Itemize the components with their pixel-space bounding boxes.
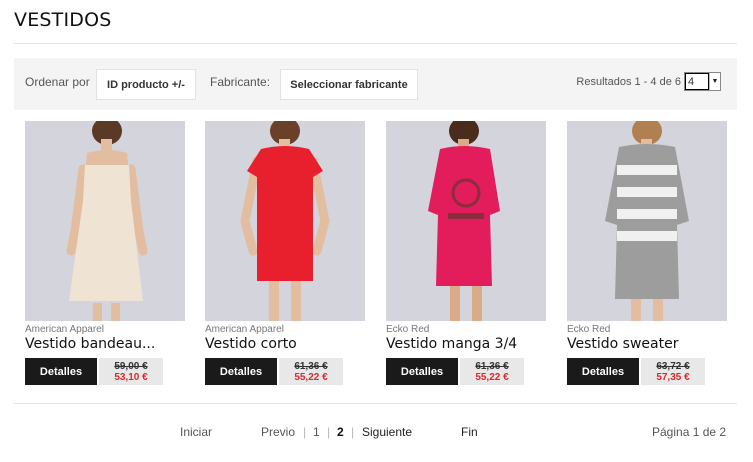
sort-label: Ordenar por	[25, 75, 90, 89]
product-card: Ecko Red Vestido manga 3/4 Detalles 61,3…	[386, 121, 546, 385]
product-name[interactable]: Vestido sweater	[567, 336, 727, 352]
product-card: American Apparel Vestido corto Detalles …	[205, 121, 365, 385]
details-button[interactable]: Detalles	[205, 358, 277, 385]
page-title: VESTIDOS	[14, 9, 112, 31]
pagination-separator: |	[351, 425, 355, 439]
old-price: 61,36 €	[294, 360, 328, 372]
product-name[interactable]: Vestido manga 3/4	[386, 336, 546, 352]
manufacturer-select-button[interactable]: Seleccionar fabricante	[280, 69, 418, 100]
product-name[interactable]: Vestido bandeau...	[25, 336, 185, 352]
pagination-next[interactable]: Siguiente	[362, 425, 412, 439]
results-count: Resultados 1 - 4 de 6	[576, 76, 681, 88]
per-page-value: 4	[685, 73, 709, 90]
dress-shape	[247, 146, 323, 281]
price-box: 59,00 € 53,10 €	[99, 358, 163, 385]
old-price: 59,00 €	[114, 360, 148, 372]
product-brand: American Apparel	[25, 324, 104, 335]
chevron-down-icon[interactable]: ▼	[709, 73, 720, 90]
old-price: 61,36 €	[475, 360, 509, 372]
sale-price: 53,10 €	[114, 371, 148, 383]
price-box: 61,36 € 55,22 €	[460, 358, 524, 385]
product-image[interactable]	[25, 121, 185, 321]
old-price: 63,72 €	[656, 360, 690, 372]
product-brand: Ecko Red	[386, 324, 430, 335]
price-box: 61,36 € 55,22 €	[279, 358, 343, 385]
manufacturer-label: Fabricante:	[210, 75, 271, 89]
title-divider	[14, 43, 737, 44]
pagination-page-1[interactable]: 1	[313, 425, 320, 439]
sort-toolbar: Ordenar por ID producto +/- Fabricante: …	[14, 58, 737, 110]
product-image[interactable]	[567, 121, 727, 321]
details-button[interactable]: Detalles	[25, 358, 97, 385]
sort-order-button[interactable]: ID producto +/-	[96, 69, 196, 100]
pagination-divider	[14, 403, 737, 404]
price-box: 63,72 € 57,35 €	[641, 358, 705, 385]
product-brand: American Apparel	[205, 324, 284, 335]
product-image[interactable]	[386, 121, 546, 321]
pagination-separator: |	[327, 425, 331, 439]
details-button[interactable]: Detalles	[386, 358, 458, 385]
per-page-select[interactable]: 4 ▼	[684, 72, 721, 91]
sale-price: 55,22 €	[294, 371, 328, 383]
pagination-last[interactable]: Fin	[461, 425, 478, 439]
product-card: Ecko Red Vestido sweater Detalles 63,72 …	[567, 121, 727, 385]
pagination-separator: |	[303, 425, 307, 439]
details-button[interactable]: Detalles	[567, 358, 639, 385]
product-image[interactable]	[205, 121, 365, 321]
product-name[interactable]: Vestido corto	[205, 336, 365, 352]
sale-price: 55,22 €	[475, 371, 509, 383]
page-info: Página 1 de 2	[652, 425, 727, 439]
product-brand: Ecko Red	[567, 324, 611, 335]
pagination-current-page: 2	[337, 425, 344, 439]
product-card: American Apparel Vestido bandeau... Deta…	[25, 121, 185, 385]
sale-price: 57,35 €	[656, 371, 690, 383]
pagination-first[interactable]: Iniciar	[180, 425, 212, 439]
pagination-prev[interactable]: Previo	[261, 425, 295, 439]
